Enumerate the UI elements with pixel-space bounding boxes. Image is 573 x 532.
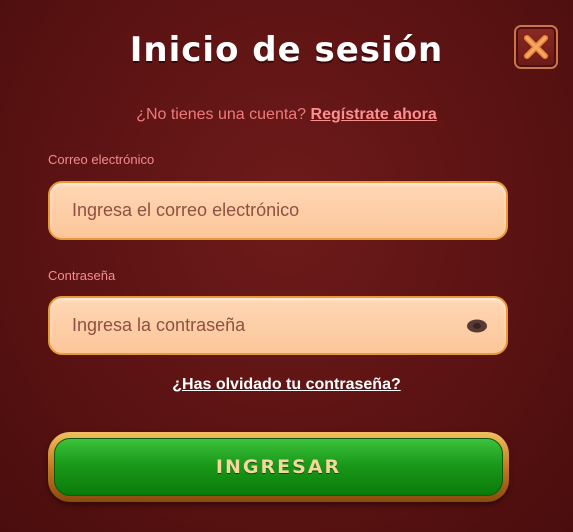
- eye-icon: [467, 319, 487, 333]
- signup-prompt: ¿No tienes una cuenta? Regístrate ahora: [0, 106, 573, 124]
- signup-prompt-text: ¿No tienes una cuenta?: [136, 106, 307, 123]
- email-label: Correo electrónico: [48, 152, 155, 167]
- password-field[interactable]: [50, 298, 506, 353]
- password-field-container: [48, 296, 508, 355]
- password-label: Contraseña: [48, 268, 116, 283]
- close-icon: [524, 35, 548, 59]
- forgot-password-link[interactable]: ¿Has olvidado tu contraseña?: [172, 376, 400, 393]
- show-password-button[interactable]: [466, 318, 488, 339]
- email-field-container: [48, 181, 508, 240]
- dialog-title: Inicio de sesión: [129, 30, 444, 70]
- signup-link[interactable]: Regístrate ahora: [311, 106, 437, 123]
- email-field[interactable]: [50, 183, 506, 238]
- close-button[interactable]: [514, 25, 558, 69]
- login-button[interactable]: INGRESAR: [48, 432, 509, 502]
- login-button-label: INGRESAR: [54, 438, 503, 496]
- forgot-password: ¿Has olvidado tu contraseña?: [0, 376, 573, 394]
